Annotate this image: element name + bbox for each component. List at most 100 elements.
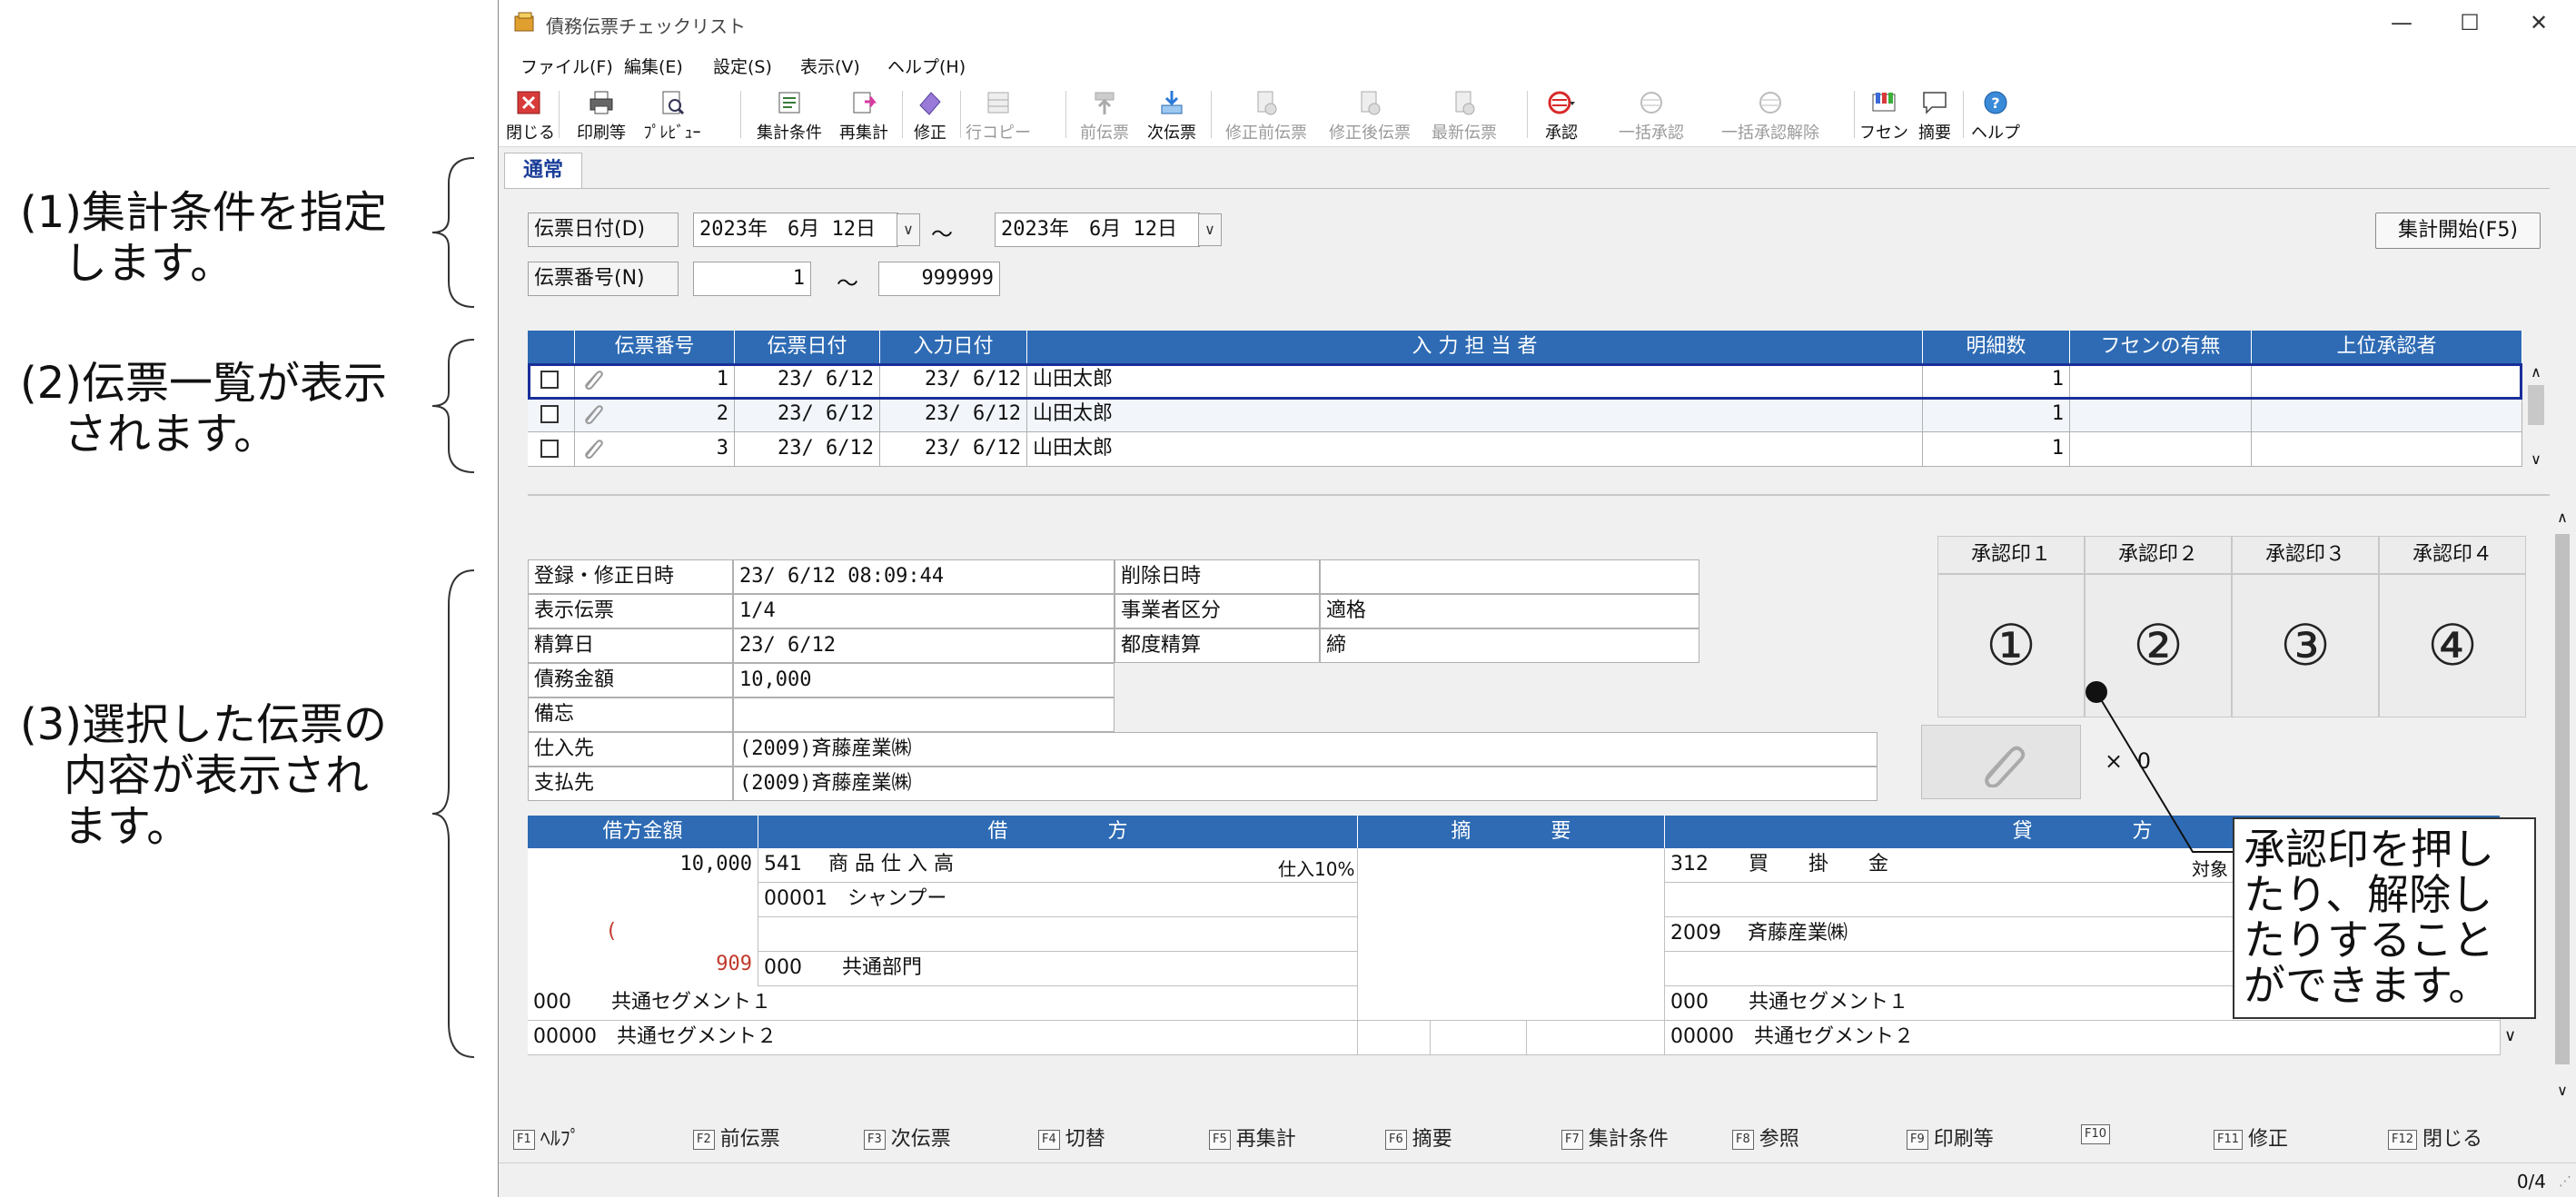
print-button[interactable]: 印刷等 <box>570 85 633 143</box>
fkey-f11[interactable]: F11 修正 <box>2214 1123 2288 1151</box>
edit-button-label: 修正 <box>914 124 946 143</box>
bulk-approve-button[interactable]: 一括承認 <box>1609 85 1694 143</box>
latest-slip-button[interactable]: 最新伝票 <box>1423 85 1505 143</box>
maximize-button[interactable]: ☐ <box>2452 9 2488 36</box>
approve-button[interactable]: 承認 <box>1532 85 1590 143</box>
toolbar-separator <box>1854 91 1855 138</box>
edit-button[interactable]: 修正 <box>907 85 953 143</box>
debit-department: 000 共通部門 <box>758 952 1358 986</box>
cell-approver <box>2252 432 2522 467</box>
fkey-f7[interactable]: F7 集計条件 <box>1561 1123 1669 1151</box>
fkey-f1[interactable]: F1 ﾍﾙﾌﾟ <box>513 1123 580 1151</box>
memo-bubble-icon <box>1923 92 1947 114</box>
resize-grip-icon[interactable]: ⋰ <box>2559 1174 2571 1189</box>
deleted-label: 削除日時 <box>1115 559 1320 594</box>
next-slip-button[interactable]: 次伝票 <box>1140 85 1204 143</box>
menu-edit[interactable]: 編集(E) <box>624 54 683 78</box>
close-button-label: 閉じる <box>506 124 555 143</box>
menu-settings[interactable]: 設定(S) <box>713 54 772 78</box>
prev-slip-button[interactable]: 前伝票 <box>1073 85 1136 143</box>
recalc-button[interactable]: 再集計 <box>831 85 897 143</box>
debit-blank-row <box>758 917 1358 952</box>
debit-segment-1: 000 共通セグメント１ <box>528 986 1358 1021</box>
row-checkbox[interactable] <box>540 440 559 458</box>
scroll-down-icon[interactable]: ∨ <box>2524 450 2548 469</box>
minimize-button[interactable]: — <box>2383 9 2420 36</box>
payee-value: (2009)斉藤産業㈱ <box>733 767 1878 801</box>
memo-value <box>733 697 1115 732</box>
detail-scroll-down-icon[interactable]: ∨ <box>2551 1082 2573 1099</box>
fkey-f10[interactable]: F10 <box>2081 1123 2115 1150</box>
section-divider <box>528 494 2550 496</box>
registered-label: 登録・修正日時 <box>528 559 733 594</box>
date-to-dropdown[interactable]: ∨ <box>1198 213 1222 246</box>
row-checkbox-cell[interactable] <box>528 432 575 467</box>
printer-icon <box>590 91 613 114</box>
date-from-dropdown[interactable]: ∨ <box>897 213 920 246</box>
fkey-f6[interactable]: F6 摘要 <box>1385 1123 1452 1151</box>
detail-scroll-up-icon[interactable]: ∧ <box>2551 509 2573 526</box>
fkey-f8[interactable]: F8 参照 <box>1732 1123 1799 1151</box>
stamp-slot-4[interactable]: ④ <box>2379 574 2526 717</box>
date-from-field[interactable]: 2023年 6月 12日 <box>693 213 898 247</box>
debit-amount: 10,000 <box>528 848 758 883</box>
tab-normal[interactable]: 通常 <box>504 153 582 189</box>
menu-file[interactable]: ファイル(F) <box>520 54 613 78</box>
each-settle-label: 都度精算 <box>1115 628 1320 663</box>
annotation-2: (2)伝票一覧が表示 されます。 <box>20 358 387 460</box>
fkey-f2[interactable]: F2 前伝票 <box>693 1123 780 1151</box>
fkey-badge: F9 <box>1907 1130 1928 1150</box>
help-button[interactable]: ? ヘルプ <box>1968 85 2023 143</box>
fkey-f9[interactable]: F9 印刷等 <box>1907 1123 1994 1151</box>
sticky-note-button-label: フセン <box>1859 124 1908 143</box>
after-edit-button-label: 修正後伝票 <box>1329 124 1411 143</box>
detail-scrollbar[interactable]: ∧ ∨ <box>2551 509 2573 1099</box>
bulk-unapprove-button[interactable]: 一括承認解除 <box>1712 85 1828 143</box>
annotation-1: (1)集計条件を指定 します。 <box>20 187 387 289</box>
after-edit-button[interactable]: 修正後伝票 <box>1320 85 1420 143</box>
date-to-field[interactable]: 2023年 6月 12日 <box>995 213 1200 247</box>
attachment-button[interactable] <box>1921 725 2081 799</box>
status-page: 0/4 <box>2516 1171 2546 1192</box>
detail-scroll-thumb[interactable] <box>2555 534 2570 1064</box>
list-scrollbar[interactable]: ∧ ∨ <box>2524 363 2548 469</box>
cell-slip-date: 23/ 6/12 <box>735 363 880 398</box>
close-icon <box>517 91 540 114</box>
memo-column[interactable] <box>1358 848 1665 1021</box>
credit-segment-2: 00000 共通セグメント２ <box>1665 1021 2501 1055</box>
number-to-field[interactable]: 999999 <box>878 262 1000 296</box>
start-tally-button[interactable]: 集計開始(F5) <box>2375 213 2541 249</box>
sticky-note-button[interactable]: フセン <box>1859 85 1908 143</box>
menu-view[interactable]: 表示(V) <box>800 54 860 78</box>
number-label: 伝票番号(N) <box>528 262 679 296</box>
debit-sub-account: 00001 シャンプー <box>758 883 1358 917</box>
fkey-f4[interactable]: F4 切替 <box>1038 1123 1105 1151</box>
memo-button[interactable]: 摘要 <box>1912 85 1957 143</box>
close-button[interactable]: 閉じる <box>506 85 555 143</box>
before-edit-button[interactable]: 修正前伝票 <box>1216 85 1316 143</box>
fkey-f12[interactable]: F12 閉じる <box>2388 1123 2482 1151</box>
paperclip-icon <box>585 405 603 424</box>
settle-label: 精算日 <box>528 628 733 663</box>
scroll-up-icon[interactable]: ∧ <box>2524 363 2548 381</box>
journal-scroll-down-icon[interactable]: ∨ <box>2504 1026 2516 1045</box>
row-checkbox-cell[interactable] <box>528 363 575 398</box>
fkey-f5[interactable]: F5 再集計 <box>1209 1123 1296 1151</box>
fkey-label: 参照 <box>1759 1128 1799 1151</box>
preview-button[interactable]: ﾌﾟﾚﾋﾞｭｰ <box>637 85 708 143</box>
scroll-thumb[interactable] <box>2528 385 2544 425</box>
menu-help[interactable]: ヘルプ(H) <box>887 54 966 78</box>
close-window-button[interactable]: ✕ <box>2521 9 2557 36</box>
menu-bar: ファイル(F) 編集(E) 設定(S) 表示(V) ヘルプ(H) <box>499 45 2576 82</box>
fkey-f3[interactable]: F3 次伝票 <box>864 1123 951 1151</box>
tax-paren: ( <box>605 920 618 943</box>
row-checkbox[interactable] <box>540 405 559 423</box>
number-from-field[interactable]: 1 <box>693 262 811 296</box>
row-checkbox-cell[interactable] <box>528 398 575 432</box>
row-copy-button[interactable]: 行コピー <box>966 85 1031 143</box>
row-checkbox[interactable] <box>540 371 559 389</box>
cell-slip-date: 23/ 6/12 <box>735 432 880 467</box>
stamp-slot-1[interactable]: ① <box>1937 574 2085 717</box>
conditions-button-label: 集計条件 <box>757 124 822 143</box>
conditions-button[interactable]: 集計条件 <box>749 85 829 143</box>
